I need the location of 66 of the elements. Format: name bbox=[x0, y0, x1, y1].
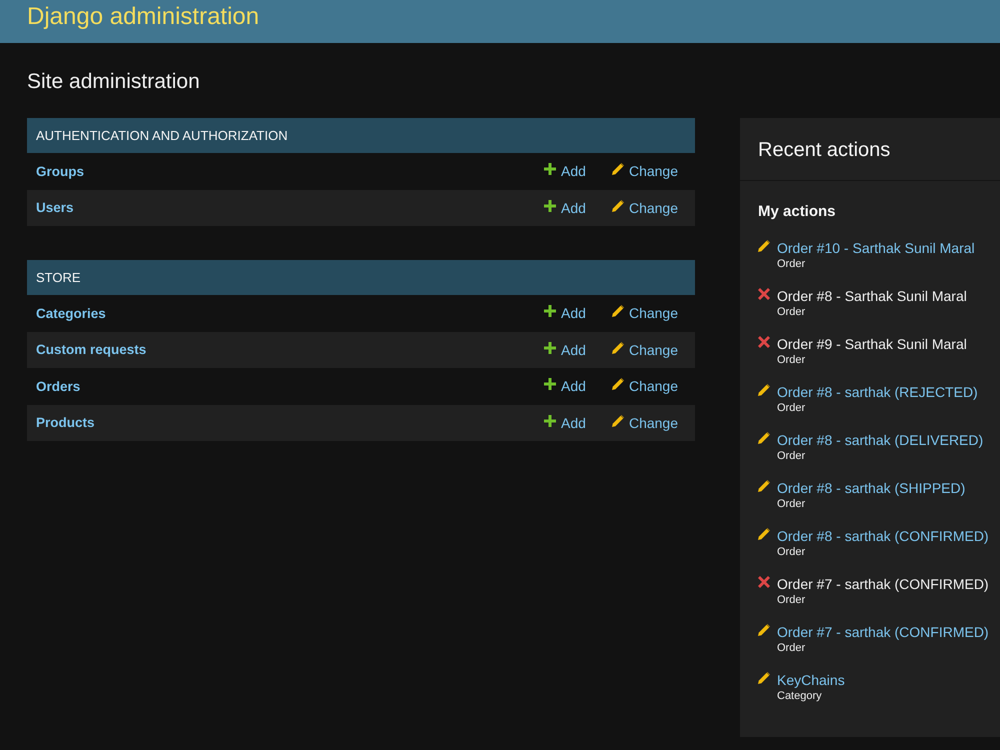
pencil-icon bbox=[758, 528, 770, 540]
change-link[interactable]: Change bbox=[612, 342, 678, 358]
action-link[interactable]: KeyChains bbox=[777, 671, 845, 689]
pencil-icon bbox=[612, 305, 624, 318]
pencil-icon bbox=[758, 432, 770, 444]
change-link[interactable]: Change bbox=[612, 163, 678, 180]
content-type-label: Order bbox=[777, 545, 806, 559]
add-link[interactable]: Add bbox=[544, 163, 586, 180]
pencil-icon bbox=[612, 200, 624, 212]
action-link[interactable]: Order #7 - sarthak (CONFIRMED) bbox=[777, 623, 989, 641]
site-title[interactable]: Django administration bbox=[27, 0, 260, 34]
content-type-label: Order bbox=[777, 305, 806, 319]
section-header[interactable]: AUTHENTICATION AND AUTHORIZATION bbox=[27, 118, 695, 153]
model-link[interactable]: Groups bbox=[36, 164, 84, 179]
add-link[interactable]: Add bbox=[544, 305, 586, 322]
model-link[interactable]: Custom requests bbox=[36, 342, 146, 358]
content-type-label: Order bbox=[777, 401, 806, 415]
content-type-label: Order bbox=[777, 497, 806, 511]
action-link[interactable]: Order #8 - sarthak (DELIVERED) bbox=[777, 431, 984, 449]
plus-icon bbox=[544, 378, 556, 390]
cross-icon bbox=[758, 576, 770, 588]
model-link[interactable]: Categories bbox=[36, 306, 106, 321]
change-link[interactable]: Change bbox=[612, 378, 678, 394]
add-link[interactable]: Add bbox=[544, 342, 586, 358]
page-title: Site administration bbox=[27, 69, 201, 94]
content-type-label: Order bbox=[777, 449, 806, 463]
add-link[interactable]: Add bbox=[544, 378, 586, 394]
pencil-icon bbox=[612, 163, 624, 176]
add-link[interactable]: Add bbox=[544, 200, 586, 216]
pencil-icon bbox=[758, 624, 770, 636]
pencil-icon bbox=[612, 378, 624, 390]
panel-title: Recent actions bbox=[757, 138, 892, 163]
model-link[interactable]: Products bbox=[36, 415, 95, 430]
change-link[interactable]: Change bbox=[612, 414, 678, 431]
plus-icon bbox=[544, 305, 556, 318]
pencil-icon bbox=[758, 672, 770, 684]
content-type-label: Order bbox=[777, 353, 806, 367]
pencil-icon bbox=[758, 384, 770, 396]
plus-icon bbox=[544, 342, 556, 354]
content-type-label: Order bbox=[777, 641, 806, 655]
content-type-label: Order bbox=[777, 593, 806, 607]
pencil-icon bbox=[612, 414, 624, 427]
content-type-label: Category bbox=[777, 689, 822, 703]
action-link[interactable]: Order #10 - Sarthak Sunil Maral bbox=[777, 239, 975, 257]
plus-icon bbox=[544, 200, 556, 212]
action-link[interactable]: Order #8 - sarthak (CONFIRMED) bbox=[777, 527, 989, 545]
pencil-icon bbox=[612, 342, 624, 354]
action-label: Order #7 - sarthak (CONFIRMED) bbox=[777, 575, 989, 593]
action-link[interactable]: Order #8 - sarthak (REJECTED) bbox=[777, 383, 978, 401]
pencil-icon bbox=[758, 240, 770, 252]
action-link[interactable]: Order #8 - sarthak (SHIPPED) bbox=[777, 479, 966, 497]
change-link[interactable]: Change bbox=[612, 305, 678, 322]
plus-icon bbox=[544, 163, 556, 176]
content-type-label: Order bbox=[777, 257, 806, 271]
section-header[interactable]: STORE bbox=[27, 260, 695, 295]
plus-icon bbox=[544, 414, 556, 427]
add-link[interactable]: Add bbox=[544, 414, 586, 431]
cross-icon bbox=[758, 336, 770, 348]
section-title: My actions bbox=[758, 202, 837, 222]
model-link[interactable]: Users bbox=[36, 200, 74, 216]
action-label: Order #8 - Sarthak Sunil Maral bbox=[777, 287, 967, 305]
action-label: Order #9 - Sarthak Sunil Maral bbox=[777, 335, 967, 353]
model-link[interactable]: Orders bbox=[36, 378, 80, 394]
change-link[interactable]: Change bbox=[612, 200, 678, 216]
cross-icon bbox=[758, 288, 770, 300]
pencil-icon bbox=[758, 480, 770, 492]
